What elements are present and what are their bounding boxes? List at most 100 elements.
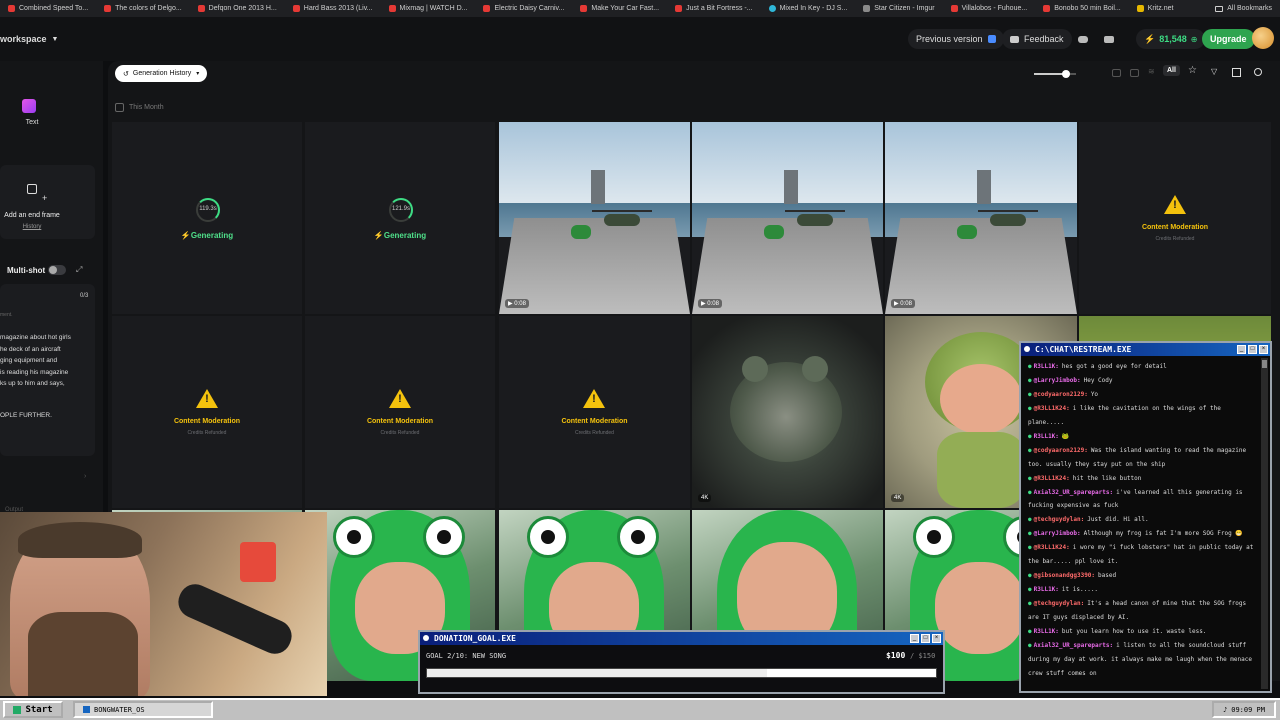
start-button[interactable]: Start	[3, 701, 63, 718]
minimize-button[interactable]: _	[910, 634, 919, 643]
generating-tile[interactable]: 121.9s ⚡Generating	[305, 122, 495, 314]
youtube-icon	[388, 5, 396, 12]
maximize-button[interactable]: □	[1248, 345, 1257, 354]
moderation-tile[interactable]: ! Content Moderation Credits Refunded	[305, 316, 495, 508]
moderation-tile[interactable]: ! Content Moderation Credits Refunded	[499, 316, 690, 508]
end-frame-label: Add an end frame	[4, 212, 60, 219]
video-tile[interactable]: ▶ 0:08	[885, 122, 1077, 314]
bookmark-item[interactable]: Mixed In Key - DJ S...	[761, 5, 856, 12]
lightning-icon: ⚡	[180, 231, 191, 240]
bookmark-item[interactable]: The colors of Delgo...	[96, 5, 190, 12]
filter-icon[interactable]: ▽	[1211, 67, 1217, 76]
start-icon	[13, 705, 22, 714]
filter-all-button[interactable]: All	[1163, 65, 1180, 76]
discord-icon[interactable]	[1073, 29, 1093, 49]
youtube-icon	[1043, 5, 1051, 12]
image-filter-icon[interactable]	[1112, 69, 1121, 77]
chat-username: @R3LL1K24:	[1033, 474, 1070, 482]
chat-title-bar[interactable]: C:\CHAT\RESTREAM.EXE	[1021, 343, 1270, 356]
mixedinkey-icon	[768, 5, 776, 12]
warning-mark: !	[205, 393, 209, 405]
video-filter-icon[interactable]	[1130, 69, 1139, 77]
prompt-text[interactable]: magazine about hot girls he deck of an a…	[0, 332, 90, 390]
multishot-toggle[interactable]	[48, 265, 66, 275]
plus-icon: +	[42, 193, 48, 203]
platform-icon: ●	[1028, 474, 1032, 482]
refund-label: Credits Refunded	[1155, 236, 1195, 242]
chat-scrollbar[interactable]	[1261, 358, 1268, 689]
select-month-checkbox[interactable]	[115, 103, 124, 112]
bookmark-item[interactable]: Just a Bit Fortress -...	[667, 5, 761, 12]
bookmark-item[interactable]: Hard Bass 2013 (Liv...	[285, 5, 381, 12]
video-tile[interactable]: ▶ 0:08	[499, 122, 690, 314]
chat-message: ● @LarryJimbob: Although my frog is fat I'…	[1028, 527, 1260, 541]
prompt-text-end[interactable]: OPLE FURTHER.	[0, 412, 52, 419]
close-button[interactable]: ×	[932, 634, 941, 643]
audio-filter-icon[interactable]: ≋	[1148, 67, 1155, 76]
close-button[interactable]: ×	[1259, 345, 1268, 354]
history-dropdown[interactable]: ↺ Generation History ▾	[115, 65, 208, 82]
chat-text: Just did. Hi all.	[1087, 516, 1149, 524]
bookmark-label: Just a Bit Fortress -...	[686, 5, 753, 12]
previous-version-button[interactable]: Previous version	[908, 29, 1004, 49]
feedback-button[interactable]: Feedback	[1002, 29, 1072, 49]
workspace-selector[interactable]: workspace ▼	[0, 29, 58, 49]
donation-window[interactable]: DONATION_GOAL.EXE _ □ × GOAL 2/10: NEW S…	[418, 630, 945, 694]
warning-mark: !	[592, 393, 596, 405]
maximize-button[interactable]: □	[921, 634, 930, 643]
bookmark-item[interactable]: Mixmag | WATCH D...	[381, 5, 476, 12]
bookmark-item[interactable]: Villalobos - Fuhoue...	[943, 5, 1036, 12]
generating-tile[interactable]: 119.3s ⚡Generating	[112, 122, 302, 314]
youtube-icon[interactable]	[1099, 29, 1119, 49]
bookmark-item[interactable]: Electric Daisy Carniv...	[475, 5, 572, 12]
moderation-tile[interactable]: ! Content Moderation Credits Refunded	[112, 316, 302, 508]
platform-icon: ●	[1028, 600, 1032, 608]
upgrade-button[interactable]: Upgrade	[1202, 29, 1255, 49]
chat-username: R3LL1K:	[1033, 363, 1059, 370]
taskbar: Start BONGWATER_OS ♪ 09:09 PM	[0, 698, 1280, 720]
platform-icon: ●	[1028, 432, 1032, 440]
youtube-icon	[950, 5, 958, 12]
credits-display[interactable]: ⚡ 81,548 ⊕	[1136, 29, 1206, 49]
duration-text: 0:08	[514, 301, 526, 307]
chat-username: R3LL1K:	[1033, 628, 1059, 635]
grid-view-icon[interactable]	[1232, 68, 1241, 77]
moderation-tile[interactable]: ! Content Moderation Credits Refunded	[1079, 122, 1271, 314]
platform-icon: ●	[1028, 405, 1032, 412]
microphone	[173, 579, 297, 659]
chat-text: Although my frog is fat I'm more SOG Fro…	[1083, 530, 1243, 538]
all-bookmarks-button[interactable]: All Bookmarks	[1215, 0, 1272, 17]
island-structure	[977, 170, 991, 204]
zoom-slider[interactable]	[1034, 70, 1076, 78]
star-icon[interactable]: ☆	[1188, 65, 1197, 76]
taskbar-item[interactable]: BONGWATER_OS	[73, 701, 213, 718]
image-tile[interactable]: 4K	[692, 316, 883, 508]
text-mode-icon[interactable]	[22, 99, 36, 113]
chevron-right-icon[interactable]: ›	[84, 473, 86, 480]
search-icon[interactable]	[1254, 68, 1262, 76]
platform-icon: ●	[1028, 642, 1032, 649]
video-tile[interactable]: ▶ 0:08	[692, 122, 883, 314]
donation-title-bar[interactable]: DONATION_GOAL.EXE	[420, 632, 943, 645]
donation-progress-bar	[426, 668, 937, 678]
chat-window[interactable]: C:\CHAT\RESTREAM.EXE _ □ × ● R3LL1K: hes g…	[1019, 341, 1272, 693]
bookmark-item[interactable]: Bonobo 50 min Boil...	[1035, 5, 1129, 12]
bookmark-item[interactable]: Defqon One 2013 H...	[190, 5, 285, 12]
chat-username: Axial32_UR_spareparts:	[1033, 642, 1114, 649]
zoom-slider-handle[interactable]	[1061, 70, 1070, 78]
chat-message: ● R3LL1K: 🐸	[1028, 430, 1260, 444]
avatar[interactable]	[1252, 27, 1274, 49]
end-frame-card[interactable]: + Add an end frame History	[0, 165, 95, 239]
expand-icon[interactable]: ⤢	[76, 265, 82, 275]
chat-message: ● Axial32_UR_spareparts: i listen to all t…	[1028, 639, 1260, 680]
bookmark-item[interactable]: Make Your Car Fast...	[572, 5, 667, 12]
bookmark-item[interactable]: Star Citizen - Imgur	[855, 5, 942, 12]
frog-suit	[937, 432, 1025, 508]
frog-eye	[742, 356, 768, 382]
resolution-badge: 4K	[891, 494, 905, 502]
history-link[interactable]: History	[0, 224, 64, 230]
minimize-button[interactable]: _	[1237, 345, 1246, 354]
bookmark-item[interactable]: Kritz.net	[1129, 5, 1182, 12]
bookmark-item[interactable]: Combined Speed To...	[0, 5, 96, 12]
prompt-card[interactable]: 0/3 ment. magazine about hot girls he de…	[0, 284, 95, 456]
